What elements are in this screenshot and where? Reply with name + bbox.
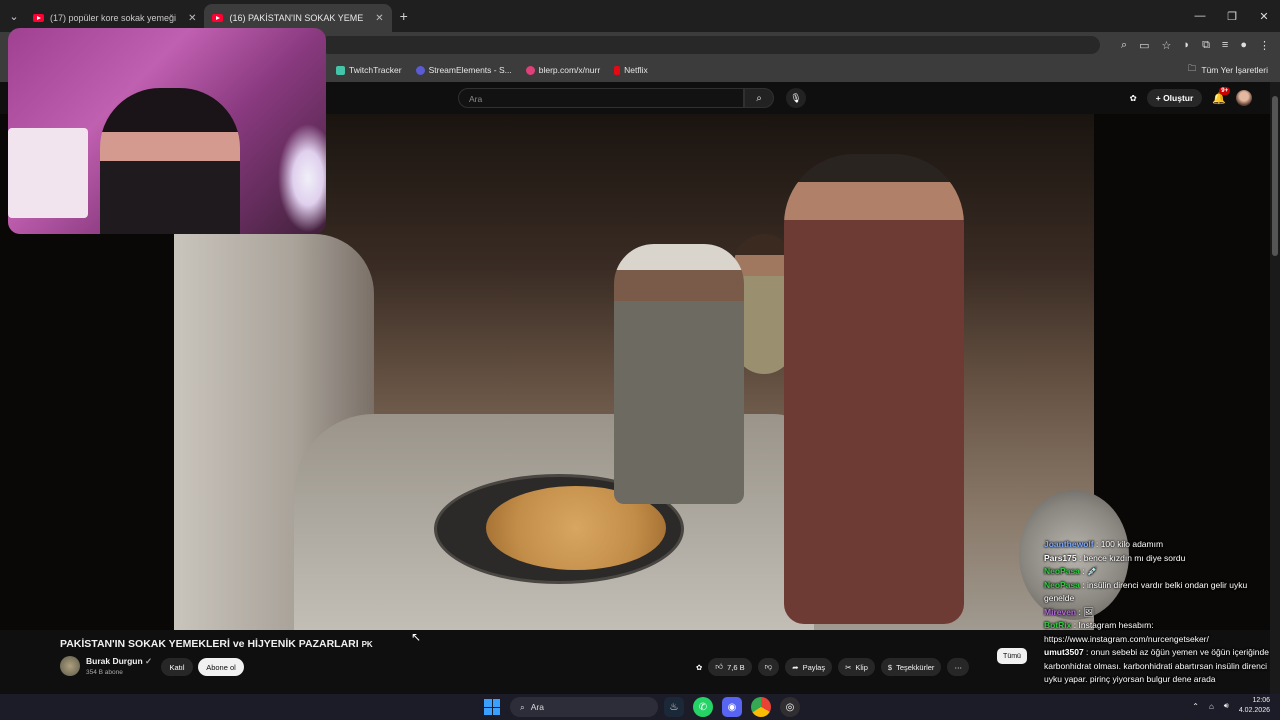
- blerp-icon: [525, 65, 535, 75]
- voice-search-button[interactable]: 🎙: [786, 88, 806, 108]
- notifications-button[interactable]: 🔔 9+: [1212, 86, 1231, 105]
- search-button[interactable]: ⌕: [744, 88, 774, 108]
- menu-kebab-icon[interactable]: ⋮: [1259, 39, 1270, 52]
- create-button[interactable]: + Oluştur: [1146, 89, 1203, 107]
- thanks-dollar-icon: $: [887, 662, 893, 672]
- profile-avatar-icon[interactable]: ●: [1240, 39, 1247, 51]
- extensions-puzzle-icon[interactable]: ⧉: [1202, 39, 1210, 52]
- media-control-icon[interactable]: ≡: [1222, 39, 1228, 51]
- header-actions: ✿ + Oluştur 🔔 9+: [1130, 86, 1252, 108]
- minimize-icon[interactable]: —: [1184, 10, 1216, 22]
- scissors-icon: ✂: [845, 662, 852, 672]
- like-button[interactable]: 👍︎ 7,6 B: [708, 658, 752, 676]
- extension-icon[interactable]: ◗: [1183, 39, 1190, 51]
- taskbar-apps: ♨ ✆ ◉ ◎: [664, 697, 800, 717]
- chat-message: umut3507 : onun sebebi az öğün yemen ve …: [1044, 647, 1269, 684]
- maximize-icon[interactable]: ❐: [1216, 10, 1248, 23]
- clip-button[interactable]: ✂ Klip: [838, 658, 875, 676]
- webcam-drawer: [8, 128, 88, 218]
- netflix-icon: [614, 65, 621, 75]
- channel-info[interactable]: Burak Durgun ✓ 354 B abone: [60, 656, 152, 676]
- tab-search-button[interactable]: ⌄: [3, 5, 25, 27]
- close-tab-icon[interactable]: ✕: [188, 13, 196, 24]
- zoom-icon[interactable]: ⌕: [1121, 39, 1127, 52]
- more-horizontal-icon: ⋯: [954, 662, 962, 672]
- whatsapp-icon[interactable]: ✆: [693, 697, 713, 717]
- new-tab-button[interactable]: +: [400, 8, 408, 24]
- system-tray: ⌃ ⌂ 🔊︎ 12:06 4.02.2026: [1192, 696, 1270, 716]
- chat-message: BotRix : Instagram hesabım: https://www.…: [1044, 620, 1209, 644]
- search-icon: ⌕: [756, 92, 762, 104]
- channel-name[interactable]: Burak Durgun ✓: [86, 656, 152, 667]
- youtube-favicon-icon: [33, 14, 44, 22]
- bookmark-blerp[interactable]: blerp.com/x/nurr: [525, 65, 600, 75]
- subscriber-count: 354 B abone: [86, 669, 123, 676]
- thumbs-up-icon: 👍︎: [715, 662, 724, 671]
- taskbar-search[interactable]: ⌕ Ara: [510, 697, 658, 717]
- channel-avatar[interactable]: [60, 656, 80, 676]
- tab-title: (16) PAKİSTAN'IN SOKAK YEME: [229, 13, 364, 23]
- webcam-streamer: [100, 88, 240, 234]
- person-standing: [784, 154, 964, 624]
- bookmark-star-icon[interactable]: ☆: [1162, 39, 1172, 52]
- bookmark-twitchtracker[interactable]: TwitchTracker: [336, 65, 402, 75]
- all-bookmarks-folder[interactable]: 🗀 Tüm Yer İşaretleri: [1188, 58, 1268, 82]
- video-title: PAKİSTAN'IN SOKAK YEMEKLERİ ve HİJYENİK …: [60, 638, 373, 650]
- verified-check-icon: ✓: [145, 656, 153, 666]
- close-window-icon[interactable]: ✕: [1248, 10, 1280, 23]
- tab-title: (17) popüler kore sokak yemeği: [50, 13, 177, 23]
- twitchtracker-icon: [336, 65, 345, 75]
- thumbs-down-icon: 👎︎: [764, 662, 773, 671]
- extension-palette-icon[interactable]: ✿: [1130, 93, 1137, 104]
- obs-icon[interactable]: ◎: [780, 697, 800, 717]
- bookmark-netflix[interactable]: Netflix: [614, 65, 648, 75]
- chat-message: Pars175 : bence kızdın mı diye sordu: [1044, 552, 1186, 563]
- steam-icon[interactable]: ♨: [664, 697, 684, 717]
- stream-chat-overlay: Joanthewolf : 100 kilo adamım Pars175 : …: [1044, 538, 1269, 687]
- subscribe-button[interactable]: Abone ol: [198, 658, 244, 676]
- search-input[interactable]: Ara: [458, 88, 744, 108]
- share-icon: ➦: [792, 662, 799, 672]
- windows-start-icon[interactable]: [484, 699, 500, 715]
- bookmark-streamelements[interactable]: StreamElements - S...: [415, 65, 512, 75]
- search-icon: ⌕: [520, 701, 525, 712]
- account-avatar[interactable]: [1236, 90, 1252, 106]
- address-bar[interactable]: [320, 36, 1100, 54]
- extension-palette-icon[interactable]: ✿: [696, 663, 702, 672]
- filter-chip-all[interactable]: Tümü: [997, 648, 1027, 664]
- dislike-button[interactable]: 👎︎: [757, 658, 780, 676]
- scrollbar-thumb[interactable]: [1272, 96, 1278, 256]
- volume-icon[interactable]: 🔊︎: [1224, 701, 1229, 711]
- chat-message: NeoPasa : 💉: [1044, 566, 1098, 576]
- person-sitting: [614, 244, 744, 504]
- share-button[interactable]: ➦ Paylaş: [785, 658, 833, 676]
- streamelements-icon: [415, 65, 425, 75]
- cast-icon[interactable]: ▭: [1139, 39, 1149, 52]
- join-button[interactable]: Katıl: [161, 658, 193, 676]
- chat-message: Mireven : 🖼: [1044, 606, 1095, 617]
- youtube-favicon-icon: [212, 14, 224, 22]
- taskbar-clock[interactable]: 12:06 4.02.2026: [1239, 696, 1270, 716]
- close-tab-icon[interactable]: ✕: [375, 13, 383, 24]
- mouse-cursor-icon: ↖: [411, 630, 422, 644]
- chrome-icon[interactable]: [751, 697, 771, 717]
- folder-icon: 🗀: [1187, 63, 1197, 73]
- microphone-icon: 🎙: [790, 92, 802, 103]
- thanks-button[interactable]: $ Teşekkürler: [880, 658, 942, 676]
- notification-count-badge: 9+: [1219, 86, 1231, 95]
- discord-icon[interactable]: ◉: [722, 697, 742, 717]
- network-icon[interactable]: ⌂: [1209, 702, 1214, 711]
- toolbar-icons: ⌕ ▭ ☆ ◗ ⧉ ≡ ● ⋮: [1121, 32, 1270, 58]
- tray-chevron-icon[interactable]: ⌃: [1192, 702, 1199, 711]
- more-actions-button[interactable]: ⋯: [947, 658, 969, 676]
- chat-message: NeoPasa : insülin direnci vardır belki o…: [1044, 579, 1248, 604]
- streamer-webcam-overlay: [8, 28, 326, 234]
- window-controls: — ❐ ✕: [1184, 0, 1280, 32]
- chat-message: Joanthewolf : 100 kilo adamım: [1044, 539, 1164, 549]
- video-actions: ✿ 👍︎ 7,6 B 👎︎ ➦ Paylaş ✂ Klip $ Teşekkürler …: [696, 658, 969, 676]
